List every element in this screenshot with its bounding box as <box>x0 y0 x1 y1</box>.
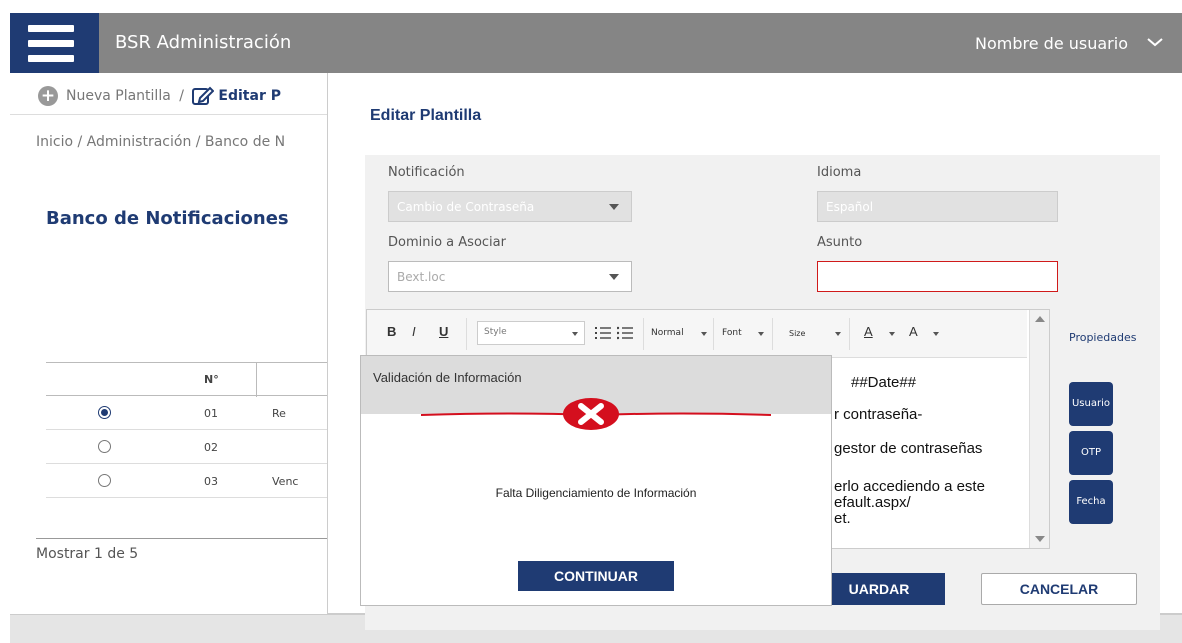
toolbar-separator <box>466 318 467 350</box>
caret-down-icon <box>609 274 619 280</box>
caret-down-icon <box>572 332 578 336</box>
column-divider <box>256 363 257 397</box>
row-name: Venc <box>272 475 299 488</box>
menu-bar <box>28 40 74 47</box>
continue-button[interactable]: CONTINUAR <box>518 561 674 591</box>
caret-down-icon <box>933 332 939 336</box>
top-bar: BSR Administración Nombre de usuario <box>10 13 1182 73</box>
user-variable-button[interactable]: Usuario <box>1069 382 1113 426</box>
page-title: Banco de Notificaciones <box>46 208 289 229</box>
caret-down-icon <box>609 204 619 210</box>
domain-value: Bext.loc <box>397 270 446 284</box>
numbered-list-icon[interactable] <box>595 324 611 342</box>
underline-button[interactable]: U <box>439 324 448 339</box>
dialog-message: Falta Diligenciamiento de Información <box>495 486 697 500</box>
toolbar-separator <box>772 318 773 350</box>
notification-select: Cambio de Contraseña <box>388 191 632 222</box>
editor-scrollbar[interactable] <box>1029 310 1049 548</box>
row-number: 03 <box>204 475 218 488</box>
toolbar-separator: / <box>179 88 184 104</box>
save-button[interactable]: UARDAR <box>813 573 945 605</box>
subject-input[interactable] <box>817 261 1058 292</box>
size-dropdown[interactable]: Size <box>789 329 805 338</box>
validation-dialog: Validación de Información Falta Diligenc… <box>360 355 832 606</box>
table-row[interactable]: 01 Re <box>46 396 328 430</box>
table-row[interactable]: 03 Venc <box>46 464 328 498</box>
notifications-table: N° 01 Re 02 03 Venc <box>46 362 328 498</box>
normal-dropdown[interactable]: Normal <box>651 328 684 338</box>
editor-line: efault.aspx/ <box>834 494 911 511</box>
domain-select[interactable]: Bext.loc <box>388 261 632 292</box>
editor-line: r contraseña- <box>834 406 923 423</box>
notification-value: Cambio de Contraseña <box>397 200 535 214</box>
style-dropdown-label: Style <box>484 327 507 337</box>
dialog-title: Validación de Información <box>373 370 522 385</box>
style-dropdown[interactable]: Style <box>477 321 585 345</box>
app-title: BSR Administración <box>115 32 292 53</box>
action-toolbar: + Nueva Plantilla / Editar P <box>38 86 281 106</box>
caret-down-icon <box>701 332 707 336</box>
panel-title: Editar Plantilla <box>370 107 482 124</box>
language-value: Español <box>826 200 874 214</box>
menu-bar <box>28 55 74 62</box>
divider <box>36 538 328 539</box>
caret-down-icon <box>758 332 764 336</box>
editor-line: ##Date## <box>851 374 917 391</box>
background-color-button[interactable]: A <box>909 324 918 339</box>
bold-button[interactable]: B <box>387 324 396 339</box>
divider <box>10 114 328 115</box>
new-template-link[interactable]: Nueva Plantilla <box>66 88 171 104</box>
cancel-button[interactable]: CANCELAR <box>981 573 1137 605</box>
column-header-number: N° <box>204 373 219 386</box>
otp-variable-button[interactable]: OTP <box>1069 431 1113 475</box>
toolbar-separator <box>849 318 850 350</box>
error-x-icon <box>563 398 619 430</box>
hamburger-menu-button[interactable] <box>10 13 99 73</box>
chevron-down-icon[interactable] <box>1146 33 1164 51</box>
edit-icon[interactable] <box>192 86 215 106</box>
properties-link[interactable]: Propiedades <box>1069 331 1136 344</box>
domain-label: Dominio a Asociar <box>388 235 506 250</box>
menu-bar <box>28 25 74 32</box>
scroll-up-icon[interactable] <box>1035 316 1045 322</box>
editor-toolbar: B I U Style Normal Font Size A A <box>367 310 1027 358</box>
table-row[interactable]: 02 <box>46 430 328 464</box>
font-dropdown[interactable]: Font <box>722 328 742 338</box>
row-number: 02 <box>204 441 218 454</box>
notification-label: Notificación <box>388 165 465 180</box>
language-label: Idioma <box>817 165 862 180</box>
user-menu[interactable]: Nombre de usuario <box>975 34 1128 53</box>
toolbar-separator <box>713 318 714 350</box>
italic-button[interactable]: I <box>412 324 416 339</box>
editor-line: erlo accediendo a este <box>834 478 985 495</box>
pagination-count: Mostrar 1 de 5 <box>36 546 139 562</box>
row-radio[interactable] <box>98 440 111 453</box>
row-name: Re <box>272 407 286 420</box>
table-header: N° <box>46 362 328 397</box>
row-radio[interactable] <box>98 474 111 487</box>
text-color-button[interactable]: A <box>864 324 873 339</box>
scroll-down-icon[interactable] <box>1035 536 1045 542</box>
row-number: 01 <box>204 407 218 420</box>
caret-down-icon <box>835 332 841 336</box>
row-radio[interactable] <box>98 406 111 419</box>
date-variable-button[interactable]: Fecha <box>1069 480 1113 524</box>
bullet-list-icon[interactable] <box>617 324 633 342</box>
edit-template-link[interactable]: Editar P <box>218 88 281 104</box>
editor-line: gestor de contraseñas <box>834 440 983 457</box>
language-field: Español <box>817 191 1058 222</box>
toolbar-separator <box>643 318 644 350</box>
subject-label: Asunto <box>817 235 863 250</box>
breadcrumb[interactable]: Inicio / Administración / Banco de N <box>36 134 285 150</box>
caret-down-icon <box>889 332 895 336</box>
plus-circle-icon[interactable]: + <box>38 86 58 106</box>
editor-line: et. <box>834 510 851 527</box>
